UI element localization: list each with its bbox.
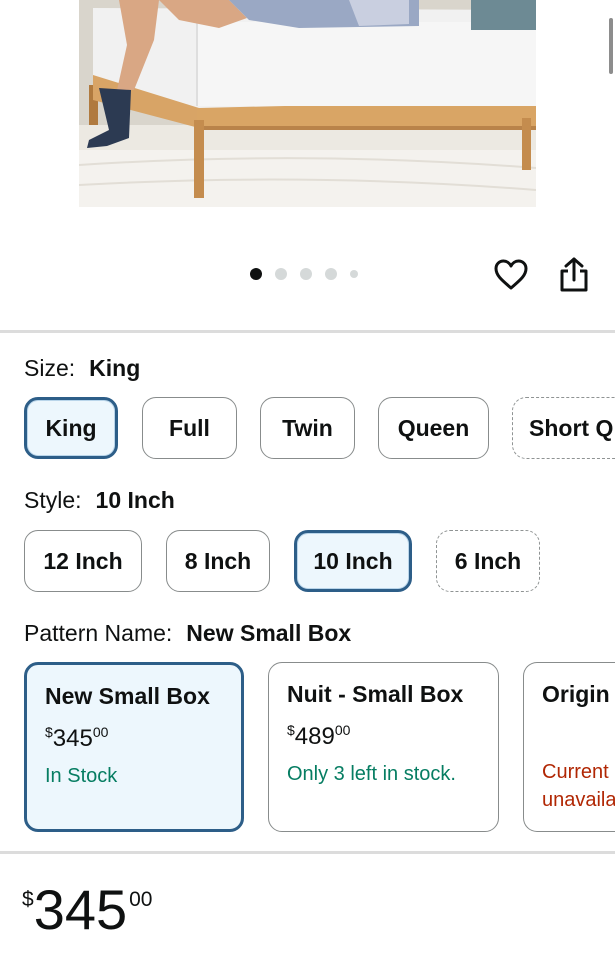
price-whole: 345 <box>52 725 93 752</box>
main-price-whole: 345 <box>33 878 128 941</box>
pattern-label: Pattern Name: <box>24 620 173 646</box>
pager-dot-5[interactable] <box>350 270 358 278</box>
scrollbar-thumb[interactable] <box>609 18 613 74</box>
pattern-card-name: Origin <box>542 681 610 707</box>
style-option-8-inch[interactable]: 8 Inch <box>166 530 270 592</box>
size-label-row: Size: King <box>24 355 140 382</box>
style-option-12-inch[interactable]: 12 Inch <box>24 530 142 592</box>
share-icon[interactable] <box>556 256 592 294</box>
pattern-card-original[interactable]: Origin Current unavaila <box>523 662 615 832</box>
pager-dot-4[interactable] <box>325 268 337 280</box>
pattern-card-price: $34500 <box>45 724 223 753</box>
style-option-10-inch[interactable]: 10 Inch <box>294 530 412 592</box>
pattern-card-stock: Only 3 left in stock. <box>287 763 456 785</box>
main-price: $ 345 00 <box>22 880 152 940</box>
pattern-selected-value: New Small Box <box>186 620 352 646</box>
price-fraction: 00 <box>334 722 351 738</box>
style-selected-value: 10 Inch <box>95 487 175 513</box>
size-option-short-queen[interactable]: Short Q <box>512 397 615 459</box>
pattern-card-name: New Small Box <box>45 683 210 709</box>
pager-dot-1[interactable] <box>250 268 262 280</box>
pattern-card-new-small-box[interactable]: New Small Box $34500 In Stock <box>24 662 244 832</box>
size-option-queen[interactable]: Queen <box>378 397 489 459</box>
main-price-fraction: 00 <box>129 888 153 911</box>
heart-icon[interactable] <box>493 257 529 293</box>
pager-dot-2[interactable] <box>275 268 287 280</box>
image-pager-dots[interactable] <box>250 268 358 280</box>
size-option-twin[interactable]: Twin <box>260 397 355 459</box>
pattern-card-stock: In Stock <box>45 765 118 787</box>
size-option-king[interactable]: King <box>24 397 118 459</box>
price-currency: $ <box>45 724 53 740</box>
section-divider <box>0 851 615 854</box>
price-currency: $ <box>287 722 295 738</box>
pattern-label-row: Pattern Name: New Small Box <box>24 620 351 647</box>
size-label: Size: <box>24 355 76 381</box>
style-label: Style: <box>24 487 82 513</box>
bed-photo <box>79 0 536 207</box>
pager-dot-3[interactable] <box>300 268 312 280</box>
main-price-currency: $ <box>22 888 34 911</box>
section-divider <box>0 330 615 333</box>
size-selected-value: King <box>89 355 141 381</box>
pattern-card-nuit-small-box[interactable]: Nuit - Small Box $48900 Only 3 left in s… <box>268 662 499 832</box>
price-fraction: 00 <box>92 724 109 740</box>
size-option-full[interactable]: Full <box>142 397 237 459</box>
style-label-row: Style: 10 Inch <box>24 487 175 514</box>
pattern-card-name: Nuit - Small Box <box>287 681 464 707</box>
style-option-6-inch[interactable]: 6 Inch <box>436 530 540 592</box>
pattern-card-stock: Current unavaila <box>542 761 615 811</box>
price-whole: 489 <box>294 723 335 750</box>
product-image[interactable] <box>79 0 536 207</box>
pattern-card-price: $48900 <box>287 722 480 751</box>
